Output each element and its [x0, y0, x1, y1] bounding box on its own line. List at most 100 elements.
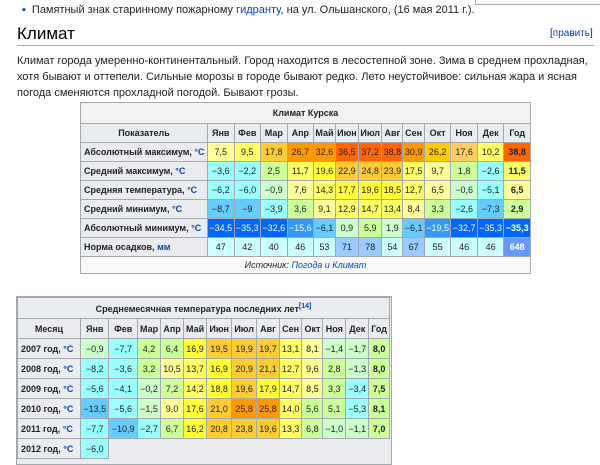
hydrant-link[interactable]: гидранту [236, 4, 280, 16]
table-cell: −6,1 [313, 218, 336, 238]
table-cell: −5,6 [79, 378, 110, 399]
table-cell [256, 438, 280, 459]
table-cell: −7,3 [476, 199, 505, 219]
table-cell [160, 438, 184, 459]
month-header: Янв [207, 123, 235, 143]
month-header: Фев [233, 123, 262, 143]
unit-link[interactable]: °C [63, 384, 73, 394]
table-cell: 19,9 [231, 338, 258, 359]
table-cell: 21,1 [256, 358, 280, 379]
table-row: 2009 год, °C −5,6 −4,1 −0,2 7,2 14,2 18,8 19,6 1… [17, 378, 390, 399]
edit-link[interactable]: править [553, 28, 590, 39]
table-cell: −6,2 [207, 180, 235, 200]
unit-link[interactable]: °C [63, 344, 73, 354]
monthly-table-caption: Среднемесячная температура последних лет… [17, 297, 390, 319]
bullet-icon: ▪ [22, 4, 26, 16]
table-cell: 19,5 [206, 338, 233, 359]
table-cell: 8,1 [368, 398, 390, 419]
month-header: Год [368, 318, 390, 339]
table-cell: 5,6 [301, 398, 324, 419]
table-cell: 17,5 [402, 161, 425, 181]
table-cell: 9,5 [233, 142, 262, 162]
table-cell: 9,7 [423, 161, 452, 181]
climate-table-caption: Климат Курска [80, 102, 531, 124]
month-header: Янв [79, 318, 110, 339]
month-header: Апр [160, 318, 184, 339]
table-cell [345, 438, 369, 459]
table-cell: −35,3 [503, 218, 531, 238]
month-header: Май [182, 318, 208, 339]
table-cell: 12,9 [334, 199, 360, 219]
table-cell: −0,9 [260, 180, 288, 200]
table-cell: −3,9 [260, 199, 288, 219]
climate-paragraph: Климат города умеренно-континентальный. … [17, 55, 588, 99]
table-cell: 40 [260, 237, 288, 257]
unit-link[interactable]: °C [191, 223, 201, 233]
month-header: Год [503, 123, 531, 143]
reference-link[interactable]: [14] [299, 303, 311, 310]
source-link[interactable]: Погода и Климат [291, 260, 366, 270]
table-cell: 11,7 [286, 161, 315, 181]
table-cell: 24,8 [358, 161, 383, 181]
table-cell [231, 438, 257, 459]
unit-link[interactable]: мм [157, 242, 170, 252]
row-label: 2011 год, °C [17, 418, 81, 439]
edit-bracket-close: ] [590, 28, 593, 39]
table-cell: −6,1 [402, 218, 425, 238]
table-cell: 42 [233, 237, 262, 257]
section-divider [17, 45, 594, 46]
table-cell: 6,7 [160, 418, 184, 439]
table-cell: 19,7 [256, 338, 280, 359]
unit-link[interactable]: °C [175, 166, 185, 176]
monthly-table-header: Месяц Янв Фев Мар Апр Май Июн Июл Авг Сен Окт Ноя Д… [17, 318, 390, 339]
table-cell: 7,5 [207, 142, 235, 162]
table-cell: 14,0 [278, 398, 303, 419]
table-cell: 20,8 [206, 418, 233, 439]
table-row: 2012 год, °C −6,0 [17, 438, 390, 459]
unit-link[interactable]: °C [63, 444, 73, 454]
table-row: 2007 год, °C −0,9 −7,7 4,2 6,4 16,9 19,5 19,9 19… [17, 338, 390, 359]
table-cell: 6,8 [301, 418, 324, 439]
table-cell: 19,6 [313, 161, 336, 181]
table-cell: 8,0 [368, 338, 390, 359]
table-cell: 17,6 [450, 142, 478, 162]
table-cell: 38,8 [381, 142, 404, 162]
table-cell: −1,5 [136, 398, 162, 419]
unit-link[interactable]: °C [187, 185, 197, 195]
table-cell: 46 [450, 237, 478, 257]
table-cell: −1,4 [322, 338, 347, 359]
unit-link[interactable]: °C [63, 424, 73, 434]
unit-link[interactable]: °C [63, 364, 73, 374]
month-header: Авг [256, 318, 280, 339]
row-label: Норма осадков, мм [80, 237, 208, 257]
table-cell: −3,6 [207, 161, 235, 181]
table-cell: 3,2 [136, 358, 162, 379]
table-cell: 2,8 [322, 358, 347, 379]
table-cell: 54 [381, 237, 404, 257]
table-cell: 55 [423, 237, 452, 257]
table-row: 2010 год, °C −13,5 −5,6 −1,5 9,0 17,6 21,0 25,8… [17, 398, 390, 419]
table-cell: 53 [313, 237, 336, 257]
table-cell: 14,7 [358, 199, 383, 219]
table-cell: 26,7 [286, 142, 315, 162]
month-header: Ноя [322, 318, 347, 339]
month-header: Окт [423, 123, 452, 143]
table-row: 2011 год, °C −7,7 −10,9 −2,7 6,7 16,2 20,8 23,8… [17, 418, 390, 439]
month-header-label: Месяц [17, 318, 81, 339]
table-cell: 22,9 [334, 161, 360, 181]
table-cell: 6,4 [160, 338, 184, 359]
table-cell: −13,5 [79, 398, 110, 419]
table-cell: 18,8 [206, 378, 233, 399]
table-cell: 17,6 [182, 398, 208, 419]
table-cell: 25,8 [256, 398, 280, 419]
table-cell: 11,5 [503, 161, 531, 181]
unit-link[interactable]: °C [63, 404, 73, 414]
table-cell: −2,7 [136, 418, 162, 439]
table-cell: −15,6 [286, 218, 315, 238]
unit-link[interactable]: °C [194, 147, 204, 157]
table-cell: 7,6 [286, 180, 315, 200]
table-cell: −0,6 [450, 180, 478, 200]
table-cell: 3,3 [322, 378, 347, 399]
table-cell [301, 438, 323, 459]
unit-link[interactable]: °C [172, 204, 182, 214]
